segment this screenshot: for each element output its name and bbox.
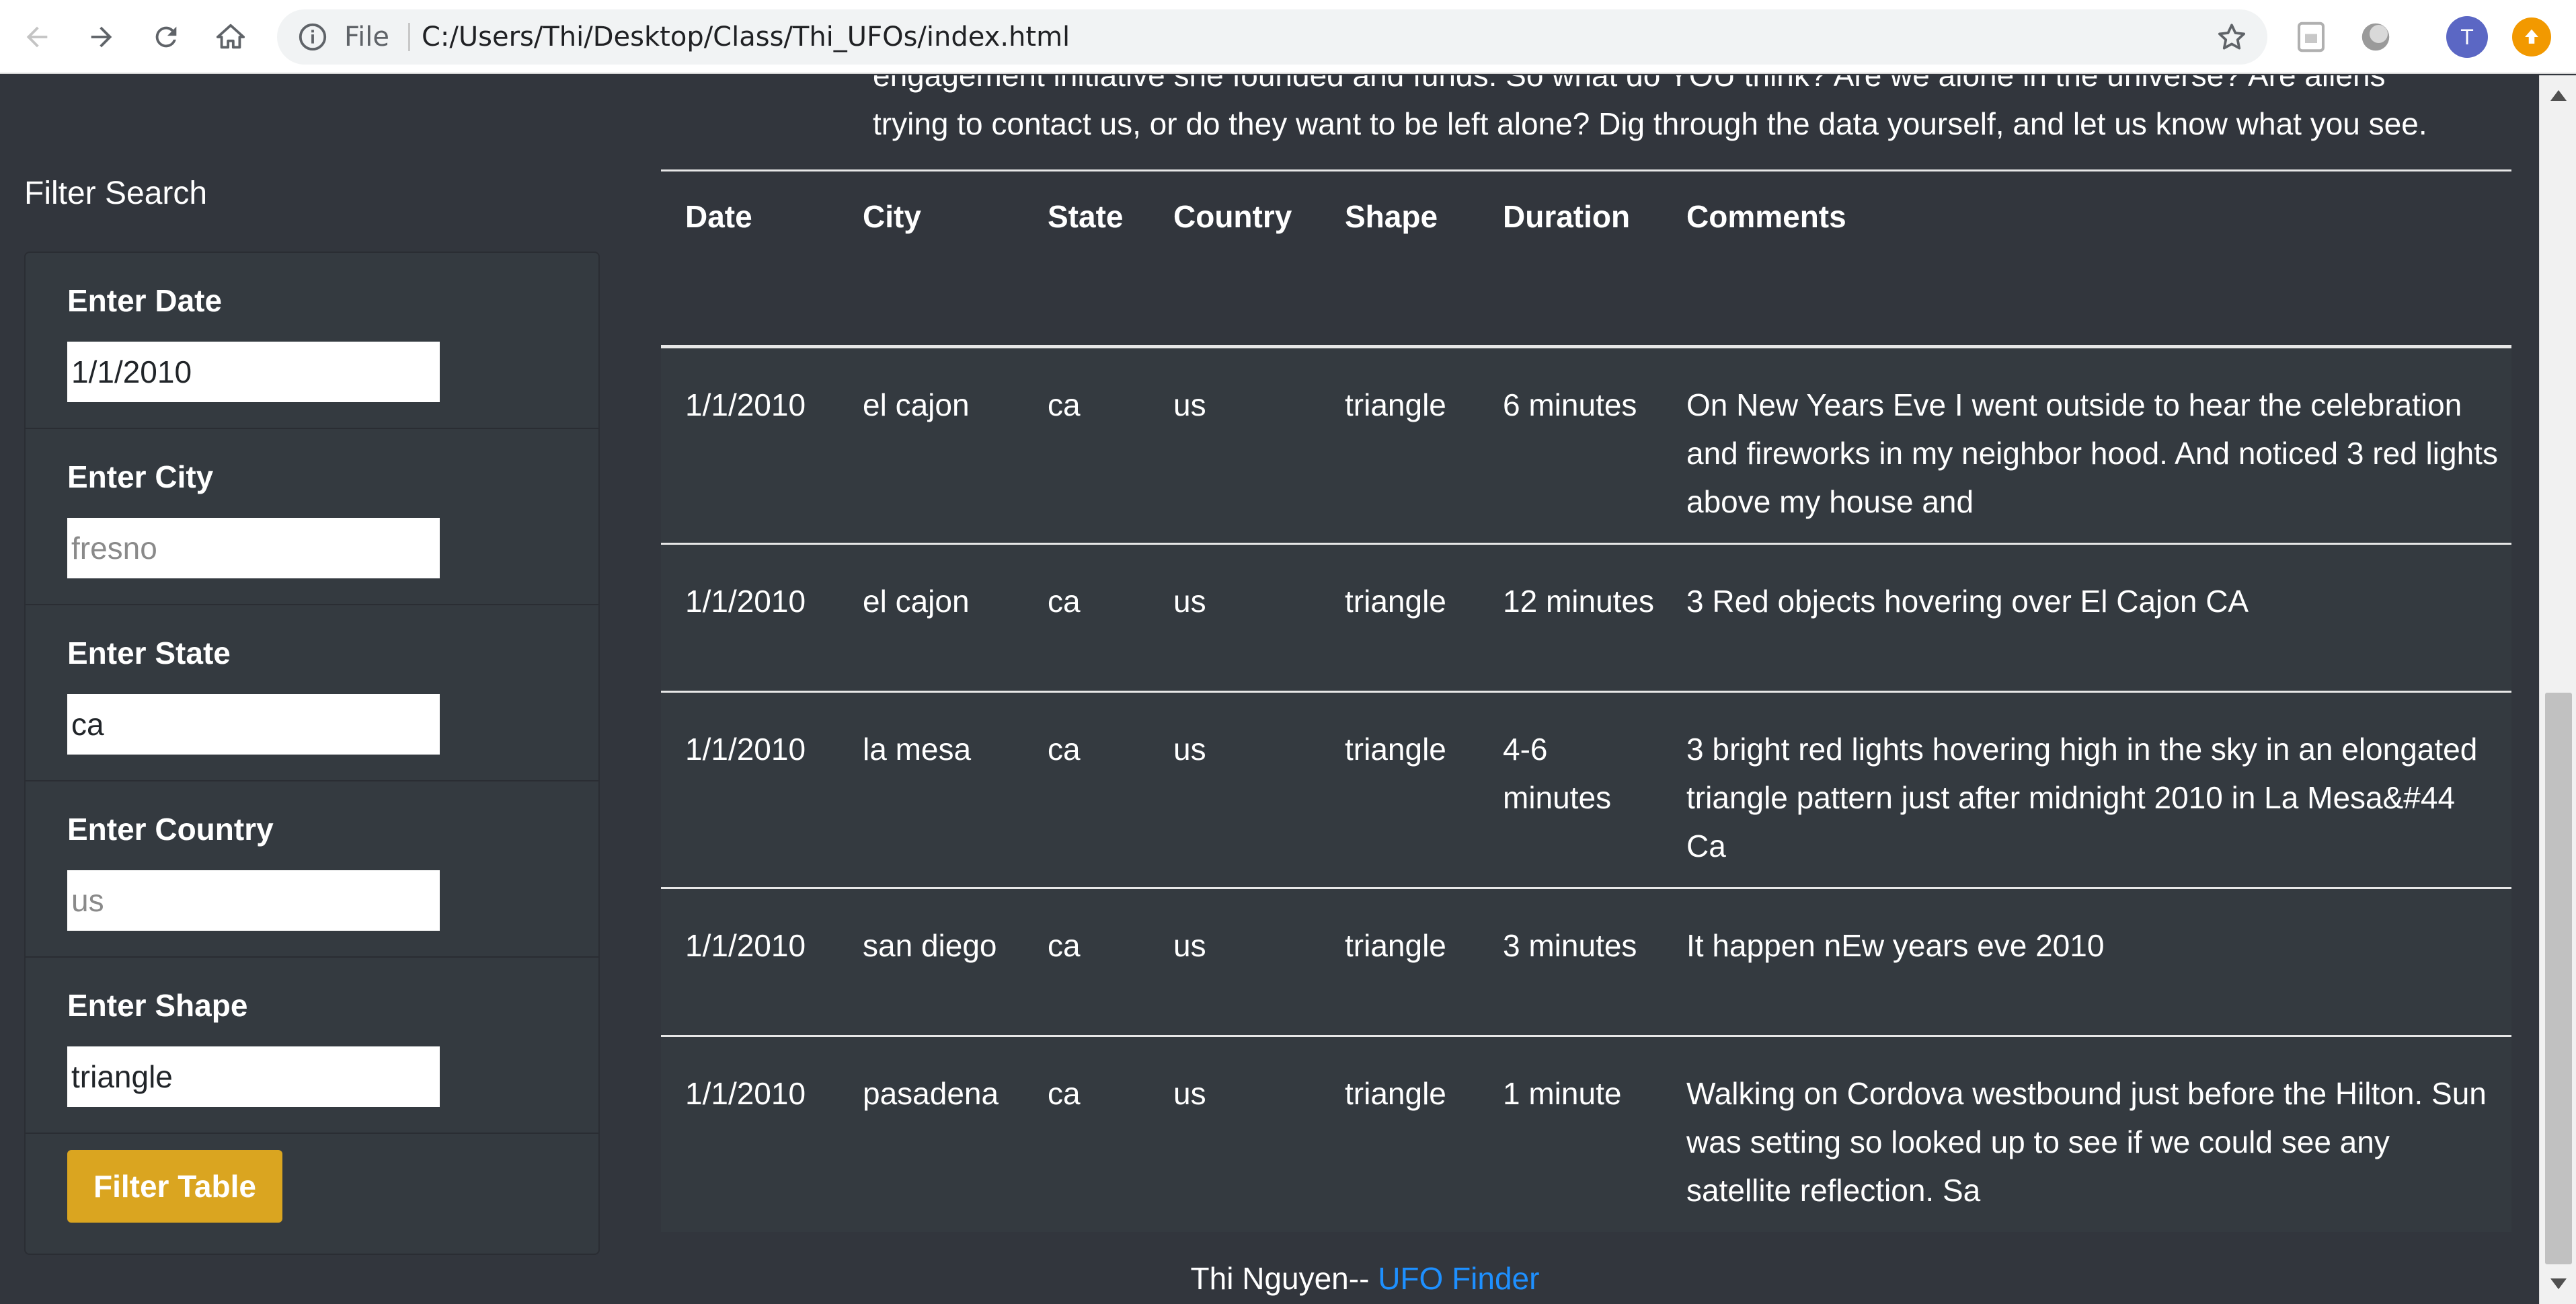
vertical-scrollbar[interactable] — [2539, 75, 2576, 1304]
filter-group-country: Enter Country — [26, 781, 598, 958]
cell-city: san diego — [863, 928, 997, 963]
date-label: Enter Date — [67, 283, 223, 318]
scroll-down-arrow-icon — [2550, 1278, 2567, 1289]
cell-shape: triangle — [1345, 928, 1446, 963]
star-icon[interactable] — [2215, 20, 2249, 54]
cell-state: ca — [1048, 928, 1081, 963]
country-label: Enter Country — [67, 812, 274, 847]
cell-shape: triangle — [1345, 732, 1446, 767]
header-state: State — [1048, 199, 1124, 234]
cell-duration: 1 minute — [1503, 1076, 1622, 1111]
back-button[interactable] — [13, 13, 61, 61]
cell-city: el cajon — [863, 584, 970, 619]
state-label: Enter State — [67, 636, 231, 670]
table-row: 1/1/2010 el cajon ca us triangle 6 minut… — [661, 348, 2511, 545]
header-date: Date — [685, 199, 752, 234]
forward-button[interactable] — [78, 13, 125, 61]
cell-state: ca — [1048, 387, 1081, 422]
city-input[interactable] — [67, 518, 440, 578]
intro-line: trying to contact us, or do they want to… — [873, 106, 2427, 141]
intro-paragraph: engagement initiative she founded and fu… — [873, 75, 2513, 148]
info-icon[interactable] — [297, 22, 328, 52]
scroll-up-arrow-icon — [2550, 90, 2567, 101]
address-bar[interactable]: File C:/Users/Thi/Desktop/Class/Thi_UFOs… — [277, 9, 2267, 65]
header-country: Country — [1173, 199, 1292, 234]
cell-city: el cajon — [863, 387, 970, 422]
shape-label: Enter Shape — [67, 988, 248, 1023]
scrollbar-thumb[interactable] — [2545, 693, 2572, 1264]
cell-city: pasadena — [863, 1076, 999, 1111]
forward-arrow-icon — [91, 26, 112, 48]
cell-date: 1/1/2010 — [685, 584, 806, 619]
shape-input[interactable] — [67, 1046, 440, 1107]
cell-date: 1/1/2010 — [685, 1076, 806, 1111]
cell-duration: 12 minutes — [1503, 584, 1655, 619]
reload-icon — [155, 26, 177, 48]
filter-search-heading: Filter Search — [24, 176, 208, 211]
footer: Thi Nguyen-- UFO Finder — [0, 1260, 2539, 1297]
cell-duration: 4-6 minutes — [1503, 732, 1612, 815]
cell-country: us — [1173, 584, 1206, 619]
city-label: Enter City — [67, 459, 214, 494]
profile-avatar[interactable]: T — [2446, 16, 2488, 58]
intro-line: engagement initiative she founded and fu… — [873, 75, 2386, 93]
cell-shape: triangle — [1345, 387, 1446, 422]
scroll-up-button[interactable] — [2540, 75, 2576, 116]
date-input[interactable] — [67, 342, 440, 402]
cell-date: 1/1/2010 — [685, 732, 806, 767]
cell-comments: 3 Red objects hovering over El Cajon CA — [1686, 584, 2249, 619]
update-icon — [2525, 29, 2538, 44]
filter-table-button[interactable]: Filter Table — [67, 1150, 282, 1223]
table-row: 1/1/2010 el cajon ca us triangle 12 minu… — [661, 545, 2511, 693]
cell-shape: triangle — [1345, 1076, 1446, 1111]
header-comments: Comments — [1686, 199, 1846, 234]
filter-group-state: Enter State — [26, 605, 598, 781]
header-city: City — [863, 199, 921, 234]
omnibox-divider — [408, 23, 410, 51]
update-button[interactable] — [2512, 17, 2551, 56]
page-viewport: engagement initiative she founded and fu… — [0, 75, 2539, 1304]
cell-country: us — [1173, 1076, 1206, 1111]
cell-state: ca — [1048, 732, 1081, 767]
browser-toolbar: File C:/Users/Thi/Desktop/Class/Thi_UFOs… — [0, 0, 2576, 74]
cell-date: 1/1/2010 — [685, 387, 806, 422]
cell-comments: Walking on Cordova westbound just before… — [1686, 1076, 2487, 1208]
reload-button[interactable] — [143, 13, 190, 61]
cell-country: us — [1173, 387, 1206, 422]
cell-comments: It happen nEw years eve 2010 — [1686, 928, 2105, 963]
cell-city: la mesa — [863, 732, 972, 767]
extension-icon[interactable] — [2357, 19, 2394, 55]
url-scheme-label: File — [344, 22, 389, 52]
ufo-finder-link[interactable]: UFO Finder — [1378, 1261, 1539, 1296]
cell-comments: 3 bright red lights hovering high in the… — [1686, 732, 2478, 864]
url-text[interactable]: C:/Users/Thi/Desktop/Class/Thi_UFOs/inde… — [422, 9, 1070, 65]
cell-duration: 6 minutes — [1503, 387, 1637, 422]
filter-group-date: Enter Date — [26, 253, 598, 429]
filter-group-city: Enter City — [26, 429, 598, 605]
cell-state: ca — [1048, 1076, 1081, 1111]
country-input[interactable] — [67, 870, 440, 931]
table-row: 1/1/2010 san diego ca us triangle 3 minu… — [661, 889, 2511, 1037]
cell-date: 1/1/2010 — [685, 928, 806, 963]
header-shape: Shape — [1345, 199, 1438, 234]
filter-panel: Enter Date Enter City Enter State Enter … — [24, 252, 600, 1255]
state-input[interactable] — [67, 694, 440, 755]
table-row: 1/1/2010 pasadena ca us triangle 1 minut… — [661, 1037, 2511, 1232]
cell-comments: On New Years Eve I went outside to hear … — [1686, 387, 2498, 519]
table-row: 1/1/2010 la mesa ca us triangle 4-6 minu… — [661, 693, 2511, 889]
extension-icon[interactable] — [2293, 19, 2329, 55]
cell-shape: triangle — [1345, 584, 1446, 619]
back-arrow-icon — [26, 26, 48, 48]
cell-duration: 3 minutes — [1503, 928, 1637, 963]
home-icon — [216, 24, 245, 49]
filter-group-shape: Enter Shape — [26, 958, 598, 1134]
cell-state: ca — [1048, 584, 1081, 619]
home-button[interactable] — [207, 13, 254, 61]
scroll-down-button[interactable] — [2540, 1264, 2576, 1304]
cell-country: us — [1173, 928, 1206, 963]
ufo-sightings-table: Date City State Country Shape Duration C… — [661, 169, 2511, 1232]
footer-author: Thi Nguyen-- — [1190, 1261, 1378, 1296]
header-duration: Duration — [1503, 199, 1631, 234]
cell-country: us — [1173, 732, 1206, 767]
